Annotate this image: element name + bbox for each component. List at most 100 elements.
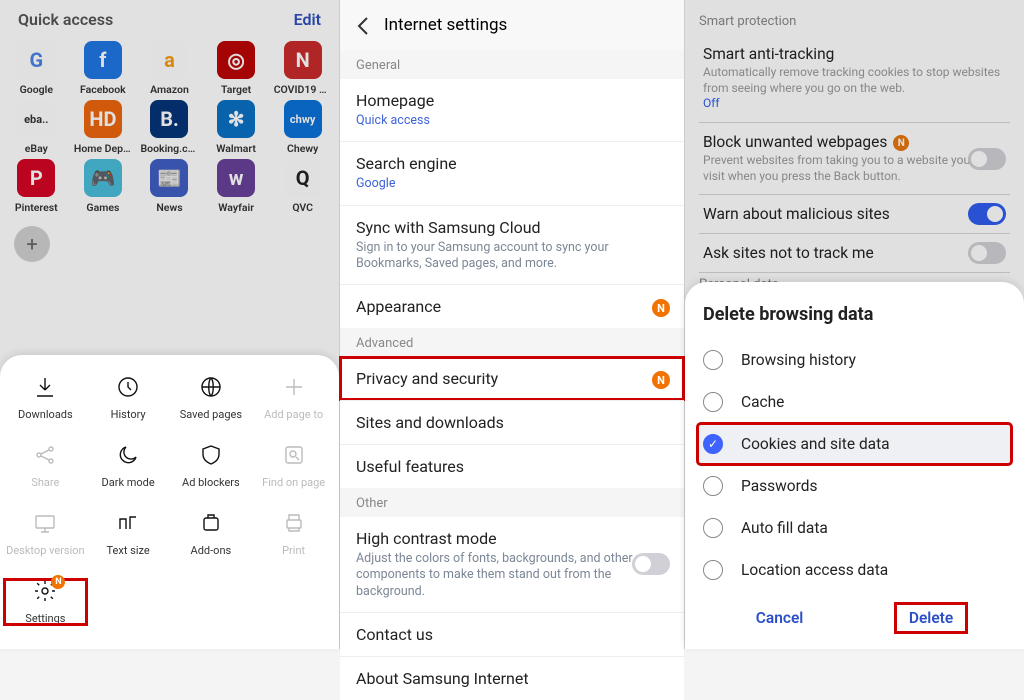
privacy-row[interactable]: Warn about malicious sites bbox=[699, 195, 1010, 234]
tile-icon: a bbox=[150, 41, 188, 79]
qa-tile[interactable]: GGoogle bbox=[4, 41, 69, 96]
radio-icon bbox=[703, 560, 723, 580]
menu-label: Desktop version bbox=[6, 544, 85, 557]
edit-button[interactable]: Edit bbox=[294, 10, 321, 29]
menu-addons[interactable]: Add-ons bbox=[170, 511, 253, 557]
qa-tile[interactable]: QQVC bbox=[270, 159, 335, 214]
tile-label: Walmart bbox=[216, 142, 256, 155]
qa-tile[interactable]: 🎮Games bbox=[71, 159, 136, 214]
qa-tile[interactable]: B.Booking.com bbox=[137, 100, 202, 155]
tile-label: News bbox=[156, 201, 182, 214]
row-title: Appearance bbox=[356, 297, 668, 316]
shield-icon bbox=[199, 443, 223, 467]
tile-icon: eba.. bbox=[17, 100, 55, 138]
delete-option[interactable]: Passwords bbox=[703, 465, 1006, 507]
settings-header: Internet settings bbox=[340, 0, 684, 50]
settings-row[interactable]: Useful features bbox=[340, 444, 684, 488]
menu-history[interactable]: History bbox=[87, 375, 170, 421]
menu-label: Ad blockers bbox=[182, 476, 240, 489]
gear-icon bbox=[33, 579, 57, 603]
delete-option[interactable]: Auto fill data bbox=[703, 507, 1006, 549]
row-status: Off bbox=[703, 96, 1006, 112]
settings-row[interactable]: HomepageQuick access bbox=[340, 79, 684, 141]
moon-icon bbox=[116, 443, 140, 467]
tile-label: Target bbox=[221, 83, 251, 96]
menu-label: Dark mode bbox=[102, 476, 155, 489]
menu-settings[interactable]: Settings bbox=[4, 579, 87, 625]
tile-label: Booking.com bbox=[140, 142, 198, 155]
toggle[interactable] bbox=[632, 553, 670, 575]
tile-label: Google bbox=[20, 83, 53, 96]
delete-option[interactable]: Browsing history bbox=[703, 339, 1006, 381]
menu-dark-mode[interactable]: Dark mode bbox=[87, 443, 170, 489]
tile-icon: Q bbox=[284, 159, 322, 197]
menu-label: Saved pages bbox=[180, 408, 242, 421]
new-badge: N bbox=[893, 135, 909, 151]
row-title: Useful features bbox=[356, 457, 668, 476]
cancel-button[interactable]: Cancel bbox=[742, 603, 818, 633]
qa-tile[interactable]: ◎ Target bbox=[204, 41, 269, 96]
radio-icon bbox=[703, 476, 723, 496]
settings-row[interactable]: Sites and downloads bbox=[340, 400, 684, 444]
quick-access-pane: Quick access Edit GGooglefFacebookaAmazo… bbox=[0, 0, 340, 649]
row-title: Contact us bbox=[356, 625, 668, 644]
settings-row[interactable]: High contrast modeAdjust the colors of f… bbox=[340, 517, 684, 612]
delete-option[interactable]: Cache bbox=[703, 381, 1006, 423]
row-title: Ask sites not to track me bbox=[703, 244, 1006, 262]
privacy-row[interactable]: Block unwanted webpagesNPrevent websites… bbox=[699, 123, 1010, 196]
menu-downloads[interactable]: Downloads bbox=[4, 375, 87, 421]
section-header: Advanced bbox=[340, 328, 684, 357]
tile-icon: chwy bbox=[284, 100, 322, 138]
row-title: About Samsung Internet bbox=[356, 669, 668, 688]
tile-label: Facebook bbox=[80, 83, 126, 96]
print-icon bbox=[282, 511, 306, 535]
tile-icon: ◎ bbox=[217, 41, 255, 79]
delete-option[interactable]: Cookies and site data bbox=[697, 423, 1012, 465]
privacy-row[interactable]: Ask sites not to track me bbox=[699, 234, 1010, 273]
tile-icon: P bbox=[17, 159, 55, 197]
tile-label: Chewy bbox=[287, 142, 318, 155]
settings-row[interactable]: Contact us bbox=[340, 612, 684, 656]
new-badge: N bbox=[652, 371, 670, 389]
tile-label: Wayfair bbox=[218, 201, 254, 214]
menu-ad-blockers[interactable]: Ad blockers bbox=[170, 443, 253, 489]
back-icon[interactable] bbox=[352, 14, 374, 36]
row-title: Block unwanted webpagesN bbox=[703, 133, 1006, 152]
tile-label: COVID19 U… bbox=[274, 83, 332, 96]
qa-tile[interactable]: fFacebook bbox=[71, 41, 136, 96]
section-header: Smart protection bbox=[699, 10, 1010, 35]
tile-icon: N bbox=[284, 41, 322, 79]
menu-text-size[interactable]: Text size bbox=[87, 511, 170, 557]
qa-tile[interactable]: 📰News bbox=[137, 159, 202, 214]
toggle[interactable] bbox=[968, 203, 1006, 225]
add-tile-button[interactable]: + bbox=[14, 226, 50, 262]
qa-tile[interactable]: N COVID19 U… bbox=[270, 41, 335, 96]
toggle[interactable] bbox=[968, 242, 1006, 264]
settings-row[interactable]: Search engineGoogle bbox=[340, 141, 684, 204]
delete-button[interactable]: Delete bbox=[895, 603, 967, 633]
qa-tile[interactable]: eba..eBay bbox=[4, 100, 69, 155]
menu-label: Settings bbox=[25, 612, 65, 625]
toggle[interactable] bbox=[968, 148, 1006, 170]
qa-tile[interactable]: ✻Walmart bbox=[204, 100, 269, 155]
settings-row[interactable]: Privacy and securityN bbox=[340, 357, 684, 400]
qa-tile[interactable]: wWayfair bbox=[204, 159, 269, 214]
settings-row[interactable]: Sync with Samsung CloudSign in to your S… bbox=[340, 205, 684, 285]
menu-saved-pages[interactable]: Saved pages bbox=[170, 375, 253, 421]
delete-option[interactable]: Location access data bbox=[703, 549, 1006, 591]
row-title: Sync with Samsung Cloud bbox=[356, 218, 668, 237]
plus-icon bbox=[282, 375, 306, 399]
menu-label: Add page to bbox=[264, 408, 323, 421]
tile-label: Pinterest bbox=[15, 201, 58, 214]
qa-tile[interactable]: HDHome Depot bbox=[71, 100, 136, 155]
qa-tile[interactable]: P Pinterest bbox=[4, 159, 69, 214]
radio-icon bbox=[703, 518, 723, 538]
qa-tile[interactable]: chwy Chewy bbox=[270, 100, 335, 155]
row-subtitle: Adjust the colors of fonts, backgrounds,… bbox=[356, 551, 668, 600]
privacy-row[interactable]: Smart anti-trackingAutomatically remove … bbox=[699, 35, 1010, 123]
settings-row[interactable]: AppearanceN bbox=[340, 284, 684, 328]
internet-settings-pane: Internet settings GeneralHomepageQuick a… bbox=[340, 0, 685, 649]
qa-tile[interactable]: aAmazon bbox=[137, 41, 202, 96]
share-icon bbox=[33, 443, 57, 467]
settings-row[interactable]: About Samsung Internet bbox=[340, 656, 684, 700]
